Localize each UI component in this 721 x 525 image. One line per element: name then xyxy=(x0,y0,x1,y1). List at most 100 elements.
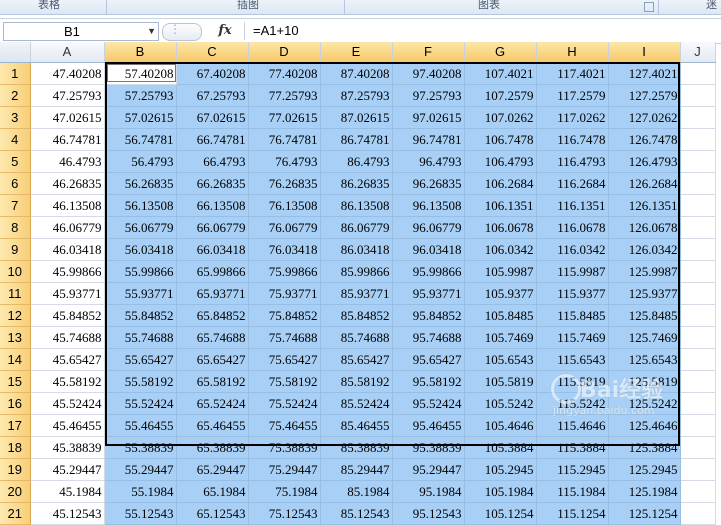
cell-i17[interactable]: 125.4646 xyxy=(608,414,681,437)
cell-g6[interactable]: 106.2684 xyxy=(464,172,537,195)
cell-d8[interactable]: 76.06779 xyxy=(248,216,321,239)
cell-j21[interactable] xyxy=(680,502,716,525)
cell-h20[interactable]: 115.1984 xyxy=(536,480,609,503)
cell-i15[interactable]: 125.5819 xyxy=(608,370,681,393)
row-header[interactable]: 19 xyxy=(0,458,31,481)
cell-h18[interactable]: 115.3884 xyxy=(536,436,609,459)
row-header[interactable]: 12 xyxy=(0,304,31,327)
cell-b9[interactable]: 56.03418 xyxy=(104,238,177,261)
cell-c6[interactable]: 66.26835 xyxy=(176,172,249,195)
cell-g12[interactable]: 105.8485 xyxy=(464,304,537,327)
cell-h9[interactable]: 116.0342 xyxy=(536,238,609,261)
cell-j14[interactable] xyxy=(680,348,716,371)
cell-d15[interactable]: 75.58192 xyxy=(248,370,321,393)
cell-d14[interactable]: 75.65427 xyxy=(248,348,321,371)
column-header-j[interactable]: J xyxy=(680,42,716,63)
cell-a9[interactable]: 46.03418 xyxy=(30,238,105,261)
cell-c18[interactable]: 65.38839 xyxy=(176,436,249,459)
cell-f19[interactable]: 95.29447 xyxy=(392,458,465,481)
cell-g16[interactable]: 105.5242 xyxy=(464,392,537,415)
cell-e14[interactable]: 85.65427 xyxy=(320,348,393,371)
cell-j8[interactable] xyxy=(680,216,716,239)
cell-e17[interactable]: 85.46455 xyxy=(320,414,393,437)
cell-i8[interactable]: 126.0678 xyxy=(608,216,681,239)
cell-e2[interactable]: 87.25793 xyxy=(320,84,393,107)
cell-b21[interactable]: 55.12543 xyxy=(104,502,177,525)
cell-i7[interactable]: 126.1351 xyxy=(608,194,681,217)
row-header[interactable]: 14 xyxy=(0,348,31,371)
cell-f21[interactable]: 95.12543 xyxy=(392,502,465,525)
cell-a6[interactable]: 46.26835 xyxy=(30,172,105,195)
formula-bar-resize-handle[interactable]: ⋮ xyxy=(162,22,202,41)
cell-h19[interactable]: 115.2945 xyxy=(536,458,609,481)
cell-e1[interactable]: 87.40208 xyxy=(320,62,393,85)
cell-d19[interactable]: 75.29447 xyxy=(248,458,321,481)
cell-g17[interactable]: 105.4646 xyxy=(464,414,537,437)
cell-b19[interactable]: 55.29447 xyxy=(104,458,177,481)
cell-d16[interactable]: 75.52424 xyxy=(248,392,321,415)
insert-function-button[interactable]: fx xyxy=(214,22,236,40)
cell-f15[interactable]: 95.58192 xyxy=(392,370,465,393)
cell-b10[interactable]: 55.99866 xyxy=(104,260,177,283)
cell-d3[interactable]: 77.02615 xyxy=(248,106,321,129)
cell-i19[interactable]: 125.2945 xyxy=(608,458,681,481)
row-header[interactable]: 4 xyxy=(0,128,31,151)
cell-b11[interactable]: 55.93771 xyxy=(104,282,177,305)
cell-c21[interactable]: 65.12543 xyxy=(176,502,249,525)
cell-b13[interactable]: 55.74688 xyxy=(104,326,177,349)
cell-i18[interactable]: 125.3884 xyxy=(608,436,681,459)
cell-d7[interactable]: 76.13508 xyxy=(248,194,321,217)
cell-e9[interactable]: 86.03418 xyxy=(320,238,393,261)
cell-g3[interactable]: 107.0262 xyxy=(464,106,537,129)
cell-h10[interactable]: 115.9987 xyxy=(536,260,609,283)
cell-g18[interactable]: 105.3884 xyxy=(464,436,537,459)
column-header-c[interactable]: C xyxy=(176,42,249,63)
cell-g4[interactable]: 106.7478 xyxy=(464,128,537,151)
cell-f13[interactable]: 95.74688 xyxy=(392,326,465,349)
name-box[interactable]: B1 ▼ xyxy=(3,22,159,41)
cell-f17[interactable]: 95.46455 xyxy=(392,414,465,437)
cell-e10[interactable]: 85.99866 xyxy=(320,260,393,283)
cell-h7[interactable]: 116.1351 xyxy=(536,194,609,217)
select-all-corner[interactable] xyxy=(0,42,31,63)
cell-a4[interactable]: 46.74781 xyxy=(30,128,105,151)
cell-f5[interactable]: 96.4793 xyxy=(392,150,465,173)
cell-c19[interactable]: 65.29447 xyxy=(176,458,249,481)
cell-j16[interactable] xyxy=(680,392,716,415)
cell-e18[interactable]: 85.38839 xyxy=(320,436,393,459)
cell-a17[interactable]: 45.46455 xyxy=(30,414,105,437)
column-header-f[interactable]: F xyxy=(392,42,465,63)
cell-a2[interactable]: 47.25793 xyxy=(30,84,105,107)
row-header[interactable]: 8 xyxy=(0,216,31,239)
cell-c20[interactable]: 65.1984 xyxy=(176,480,249,503)
cell-d10[interactable]: 75.99866 xyxy=(248,260,321,283)
column-header-g[interactable]: G xyxy=(464,42,537,63)
cell-c10[interactable]: 65.99866 xyxy=(176,260,249,283)
cell-c5[interactable]: 66.4793 xyxy=(176,150,249,173)
row-header[interactable]: 21 xyxy=(0,502,31,525)
cell-g11[interactable]: 105.9377 xyxy=(464,282,537,305)
cell-h3[interactable]: 117.0262 xyxy=(536,106,609,129)
cell-d6[interactable]: 76.26835 xyxy=(248,172,321,195)
row-header[interactable]: 18 xyxy=(0,436,31,459)
row-header[interactable]: 16 xyxy=(0,392,31,415)
cell-j2[interactable] xyxy=(680,84,716,107)
cell-i3[interactable]: 127.0262 xyxy=(608,106,681,129)
cell-b1[interactable]: 57.40208 xyxy=(104,62,177,85)
cell-f6[interactable]: 96.26835 xyxy=(392,172,465,195)
cell-e11[interactable]: 85.93771 xyxy=(320,282,393,305)
cell-c9[interactable]: 66.03418 xyxy=(176,238,249,261)
cell-b8[interactable]: 56.06779 xyxy=(104,216,177,239)
cell-i6[interactable]: 126.2684 xyxy=(608,172,681,195)
cell-f8[interactable]: 96.06779 xyxy=(392,216,465,239)
cell-a8[interactable]: 46.06779 xyxy=(30,216,105,239)
cell-a16[interactable]: 45.52424 xyxy=(30,392,105,415)
column-header-i[interactable]: I xyxy=(608,42,681,63)
cell-i14[interactable]: 125.6543 xyxy=(608,348,681,371)
cell-a14[interactable]: 45.65427 xyxy=(30,348,105,371)
column-header-a[interactable]: A xyxy=(30,42,105,63)
cell-g21[interactable]: 105.1254 xyxy=(464,502,537,525)
cell-e13[interactable]: 85.74688 xyxy=(320,326,393,349)
cell-d9[interactable]: 76.03418 xyxy=(248,238,321,261)
cell-e3[interactable]: 87.02615 xyxy=(320,106,393,129)
